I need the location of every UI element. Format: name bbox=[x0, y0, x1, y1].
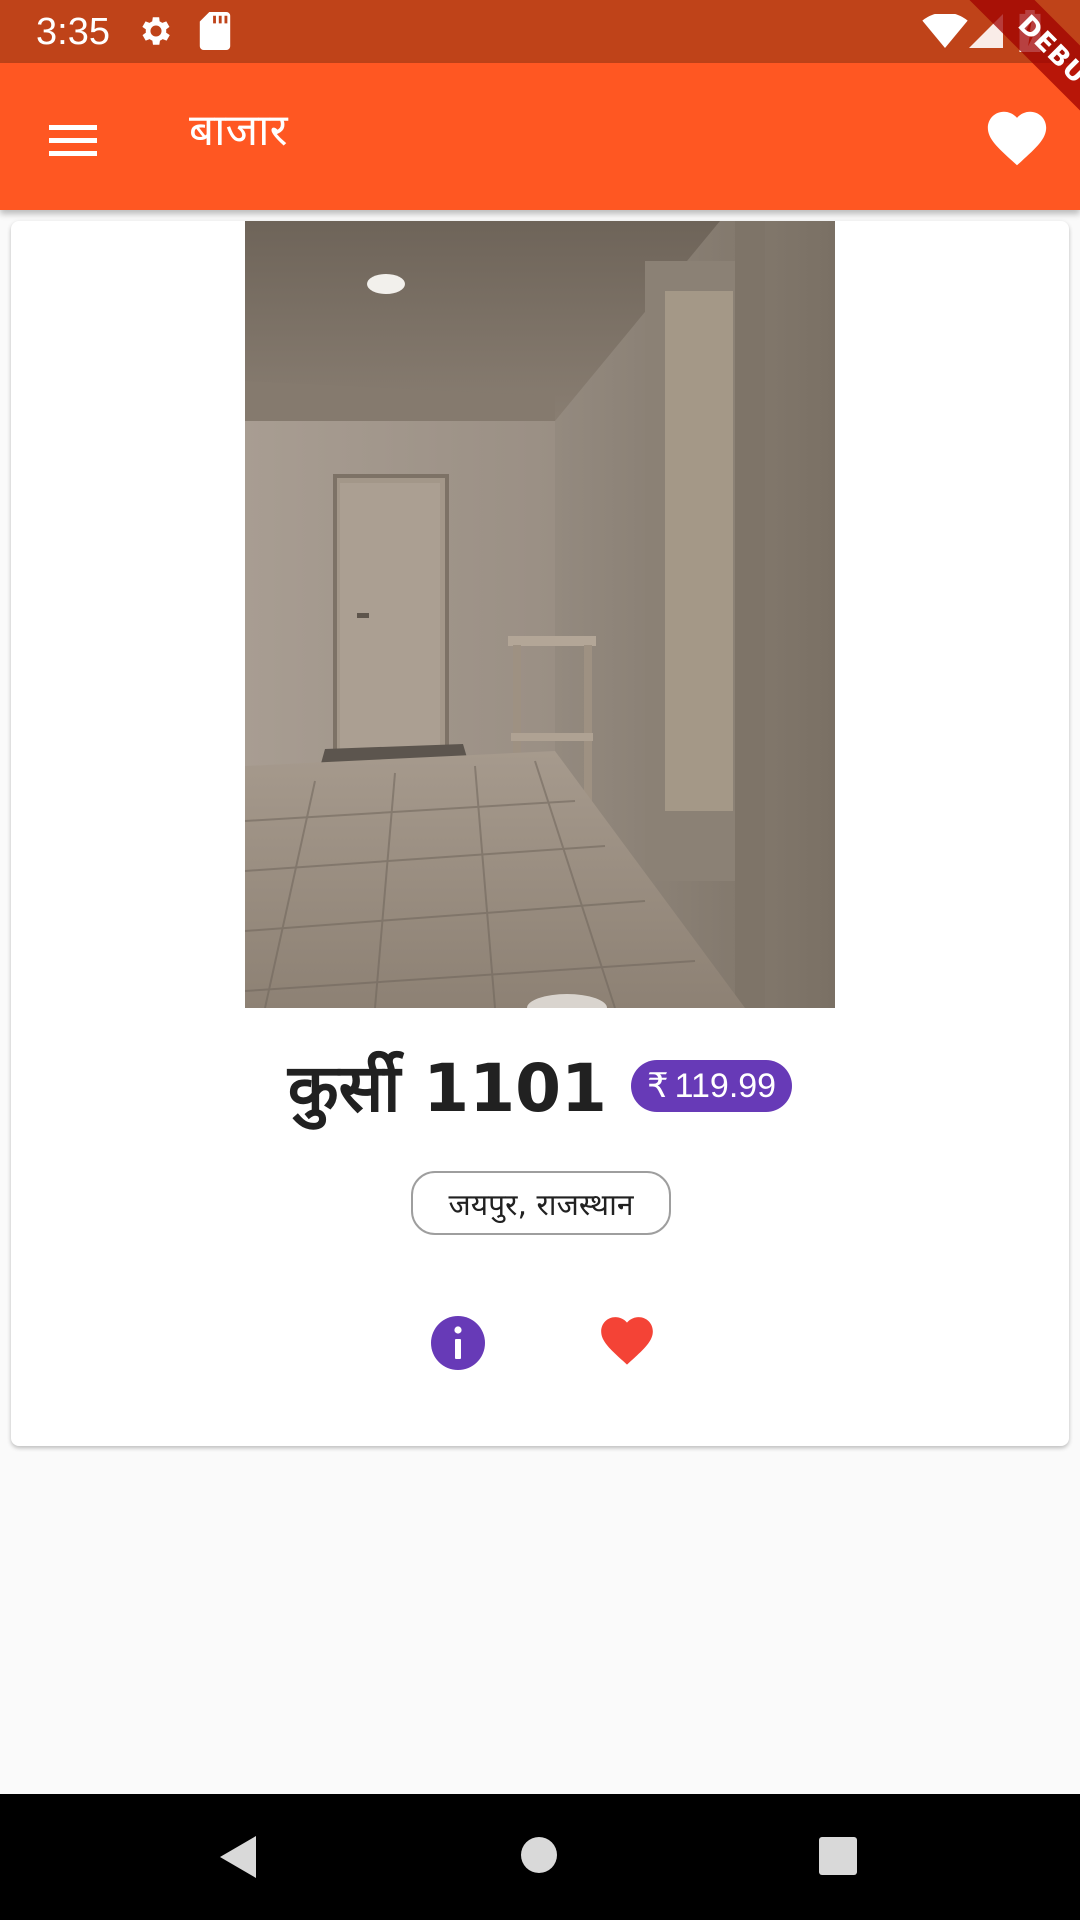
app-bar: बाजार bbox=[0, 63, 1080, 210]
status-time: 3:35 bbox=[36, 11, 110, 53]
back-button[interactable] bbox=[216, 1834, 260, 1884]
like-button[interactable] bbox=[596, 1314, 658, 1372]
home-button[interactable] bbox=[520, 1836, 558, 1878]
heart-icon bbox=[987, 111, 1047, 166]
product-card[interactable]: कुर्सी 1101 ₹ 119.99 जयपुर, राजस्थान bbox=[11, 221, 1069, 1446]
navigation-bar bbox=[0, 1794, 1080, 1920]
price-badge: ₹ 119.99 bbox=[630, 1060, 793, 1112]
signal-icon bbox=[968, 14, 1004, 48]
wifi-icon bbox=[922, 14, 968, 48]
status-bar: 3:35 bbox=[0, 0, 1080, 63]
product-image bbox=[245, 221, 835, 1008]
product-title-row: कुर्सी 1101 ₹ 119.99 bbox=[11, 1041, 1069, 1131]
menu-button[interactable] bbox=[36, 103, 110, 177]
settings-icon bbox=[137, 12, 175, 50]
recents-button[interactable] bbox=[818, 1836, 858, 1880]
app-title: बाजार bbox=[189, 105, 288, 156]
price-value: 119.99 bbox=[674, 1066, 777, 1105]
product-title: कुर्सी 1101 bbox=[287, 1050, 607, 1127]
recents-icon bbox=[819, 1837, 857, 1875]
info-icon bbox=[431, 1316, 485, 1370]
sd-card-icon bbox=[199, 12, 231, 50]
location-chip: जयपुर, राजस्थान bbox=[411, 1171, 671, 1235]
info-button[interactable] bbox=[429, 1314, 487, 1372]
favorites-button[interactable] bbox=[982, 103, 1052, 173]
currency-symbol: ₹ bbox=[646, 1067, 669, 1105]
menu-icon bbox=[49, 125, 97, 156]
heart-icon bbox=[601, 1317, 653, 1365]
back-icon bbox=[220, 1836, 256, 1878]
battery-charging-icon bbox=[1017, 10, 1043, 52]
home-icon bbox=[521, 1837, 557, 1873]
